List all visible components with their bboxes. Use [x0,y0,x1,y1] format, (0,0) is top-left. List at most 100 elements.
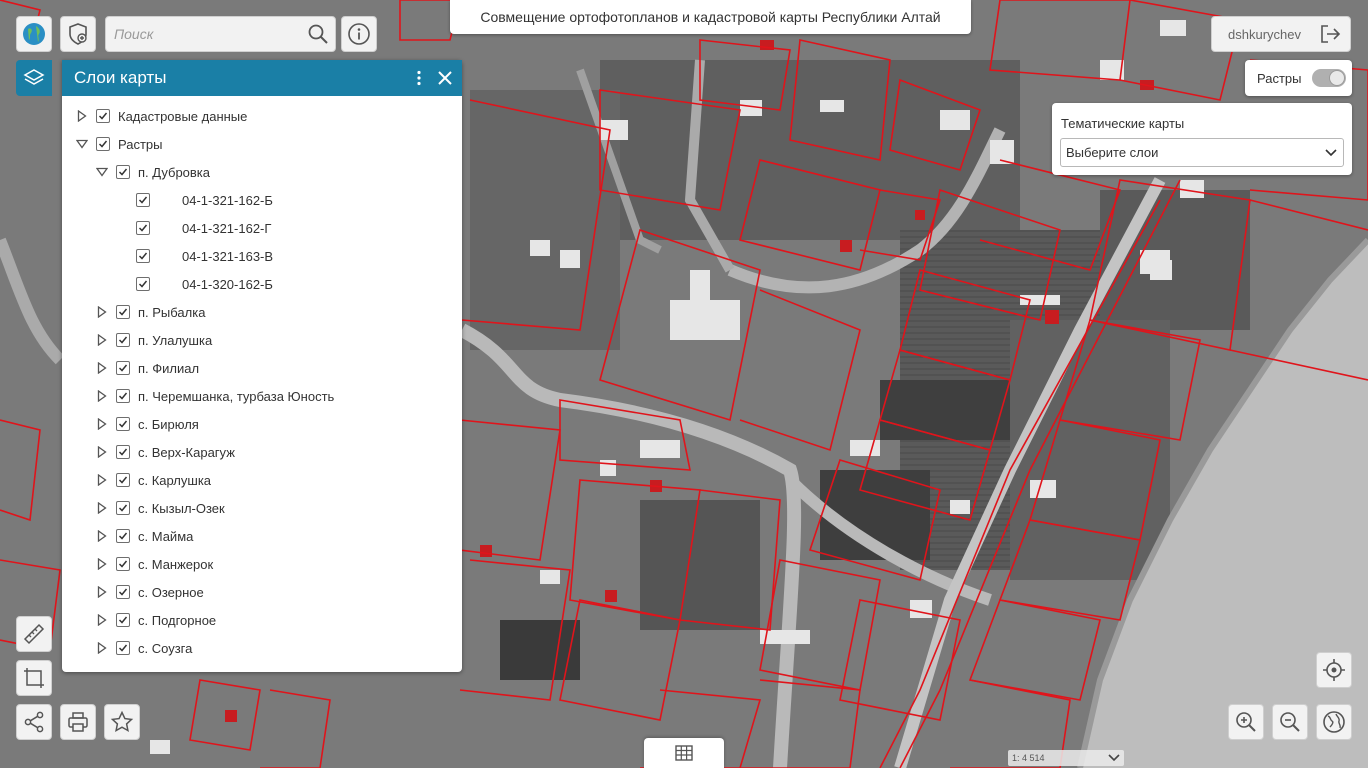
layer-checkbox[interactable] [116,613,130,627]
globe-button[interactable] [16,16,52,52]
checkmark-icon [118,504,128,512]
layer-label: Растры [118,136,163,152]
layer-item[interactable]: п. Рыбалка [62,298,462,326]
layer-checkbox[interactable] [116,529,130,543]
layer-checkbox[interactable] [136,249,150,263]
layer-item[interactable]: с. Манжерок [62,550,462,578]
layer-checkbox[interactable] [96,109,110,123]
checkmark-icon [118,560,128,568]
layer-label: с. Подгорное [138,612,217,628]
layer-checkbox[interactable] [116,557,130,571]
layer-checkbox[interactable] [116,473,130,487]
locate-button[interactable] [1316,652,1352,688]
measure-length-button[interactable] [16,616,52,652]
expand-right-icon[interactable] [96,614,108,626]
layer-item[interactable]: с. Кызыл-Озек [62,494,462,522]
layer-item[interactable]: 04-1-321-162-Б [62,186,462,214]
search-icon[interactable] [307,23,329,45]
checkmark-icon [118,392,128,400]
checkmark-icon [138,224,148,232]
attribute-table-button[interactable] [644,738,724,768]
globe-icon [23,23,45,45]
print-button[interactable] [60,704,96,740]
layer-item[interactable]: п. Черемшанка, турбаза Юность [62,382,462,410]
layer-item[interactable]: п. Дубровка [62,158,462,186]
layer-checkbox[interactable] [116,501,130,515]
checkmark-icon [118,532,128,540]
username: dshkurychev [1228,26,1301,42]
layer-checkbox[interactable] [136,277,150,291]
layer-checkbox[interactable] [116,585,130,599]
layer-item[interactable]: с. Бирюля [62,410,462,438]
layer-checkbox[interactable] [116,445,130,459]
layer-item[interactable]: с. Озерное [62,578,462,606]
expand-right-icon[interactable] [96,586,108,598]
info-icon [348,23,370,45]
layer-item[interactable]: с. Подгорное [62,606,462,634]
checkmark-icon [138,280,148,288]
zoom-out-button[interactable] [1272,704,1308,740]
layer-item[interactable]: 04-1-321-162-Г [62,214,462,242]
layer-item[interactable]: 04-1-320-162-Б [62,270,462,298]
checkmark-icon [118,420,128,428]
thematic-maps-box: Тематические карты Выберите слои [1052,103,1352,175]
layer-checkbox[interactable] [116,641,130,655]
layer-checkbox[interactable] [116,305,130,319]
expand-right-icon[interactable] [96,474,108,486]
more-button[interactable] [406,60,432,96]
measure-area-button[interactable] [16,660,52,696]
layer-item[interactable]: с. Верх-Карагуж [62,438,462,466]
layer-item[interactable]: Кадастровые данные [62,102,462,130]
expand-right-icon[interactable] [96,530,108,542]
expand-right-icon[interactable] [96,558,108,570]
expand-right-icon[interactable] [76,110,88,122]
add-layer-button[interactable] [60,16,96,52]
layer-label: с. Манжерок [138,556,214,572]
layer-label: 04-1-321-162-Б [182,192,273,208]
layer-checkbox[interactable] [116,417,130,431]
zoom-in-button[interactable] [1228,704,1264,740]
search-input[interactable] [106,17,302,51]
layers-button[interactable] [16,60,52,96]
toggle-knob [1329,70,1345,86]
expand-right-icon[interactable] [96,418,108,430]
expand-right-icon[interactable] [96,306,108,318]
layer-item[interactable]: с. Майма [62,522,462,550]
logout-button[interactable] [1312,17,1348,51]
layer-checkbox[interactable] [136,193,150,207]
expand-right-icon[interactable] [96,502,108,514]
layer-label: с. Верх-Карагуж [138,444,235,460]
scale-selector[interactable]: 1: 4 514 [1008,750,1124,766]
expand-right-icon[interactable] [96,642,108,654]
expand-right-icon[interactable] [96,446,108,458]
page-title: Совмещение ортофотопланов и кадастровой … [450,0,971,34]
layer-item[interactable]: с. Соузга [62,634,462,662]
layer-checkbox[interactable] [96,137,110,151]
layer-label: с. Соузга [138,640,193,656]
layer-item[interactable]: с. Карлушка [62,466,462,494]
layer-checkbox[interactable] [116,389,130,403]
info-button[interactable] [341,16,377,52]
layer-item[interactable]: п. Улалушка [62,326,462,354]
layer-label: с. Кызыл-Озек [138,500,225,516]
rasters-toggle[interactable] [1312,69,1346,87]
layer-item[interactable]: Растры [62,130,462,158]
close-button[interactable] [432,60,458,96]
checkmark-icon [118,476,128,484]
share-button[interactable] [16,704,52,740]
layer-item[interactable]: п. Филиал [62,354,462,382]
expand-right-icon[interactable] [96,362,108,374]
layer-checkbox[interactable] [116,333,130,347]
layer-label: с. Карлушка [138,472,212,488]
layer-checkbox[interactable] [136,221,150,235]
expand-right-icon[interactable] [96,390,108,402]
expand-down-icon[interactable] [96,166,108,178]
favorites-button[interactable] [104,704,140,740]
layer-checkbox[interactable] [116,165,130,179]
expand-right-icon[interactable] [96,334,108,346]
full-extent-button[interactable] [1316,704,1352,740]
thematic-layers-select[interactable]: Выберите слои [1060,138,1344,167]
layer-checkbox[interactable] [116,361,130,375]
layer-item[interactable]: 04-1-321-163-В [62,242,462,270]
expand-down-icon[interactable] [76,138,88,150]
